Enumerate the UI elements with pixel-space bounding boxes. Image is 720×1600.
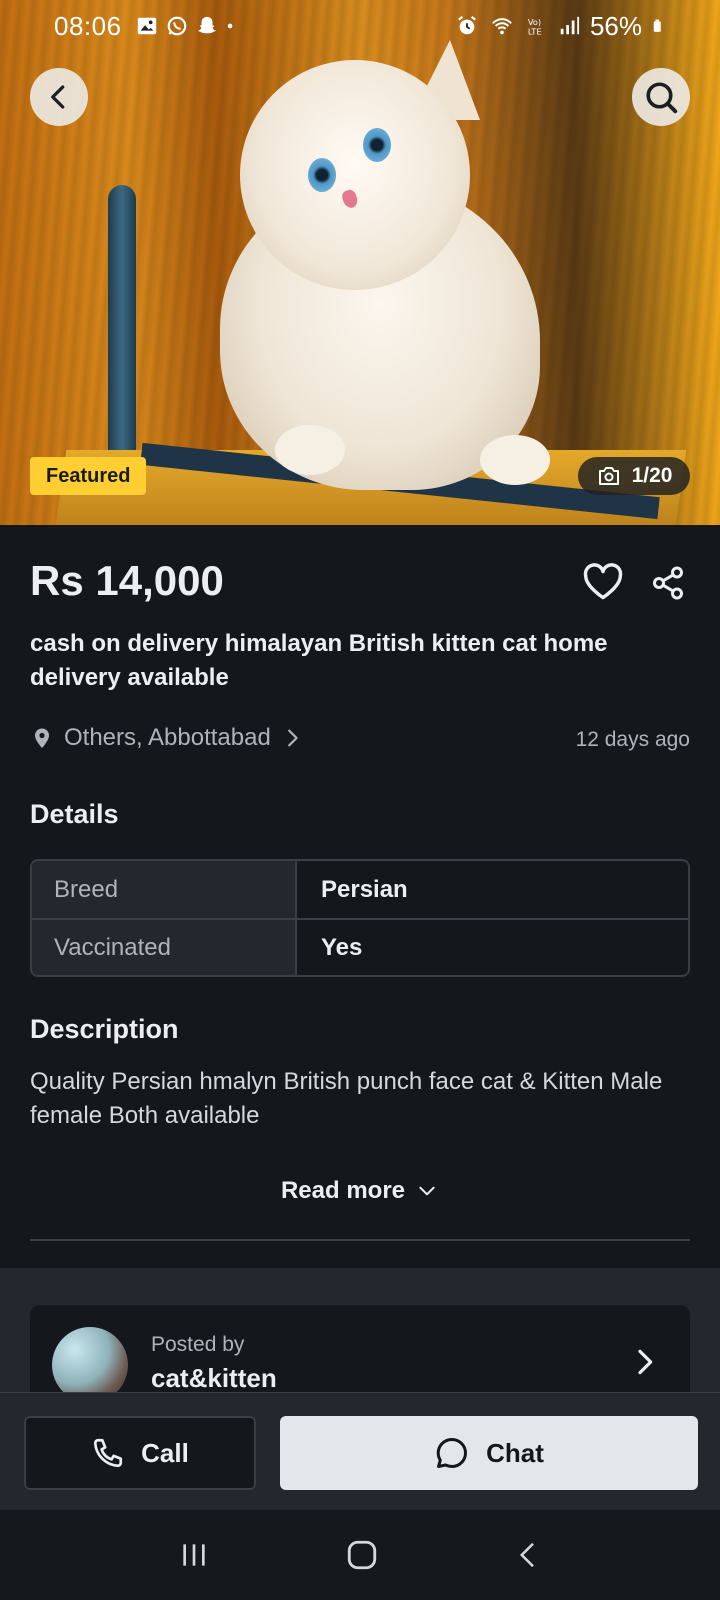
home-icon[interactable]: [345, 1538, 379, 1572]
location-text: Others, Abbottabad: [64, 724, 271, 751]
heart-icon: [583, 563, 623, 600]
status-time: 08:06: [54, 10, 122, 41]
share-icon: [653, 566, 683, 600]
details-table: Breed Persian Vaccinated Yes: [30, 859, 690, 977]
call-label: Call: [141, 1437, 189, 1468]
signal-icon: [560, 16, 580, 35]
featured-badge: Featured: [30, 457, 147, 495]
search-button[interactable]: [632, 68, 690, 126]
chevron-right-icon: [287, 729, 298, 747]
chevron-right-icon: [638, 1349, 653, 1375]
listing-price: Rs 14,000: [30, 557, 224, 604]
location-link[interactable]: Others, Abbottabad: [30, 724, 303, 752]
system-nav-bar: [0, 1510, 720, 1600]
favorite-button[interactable]: [582, 563, 624, 606]
description-heading: Description: [30, 1014, 179, 1044]
snapchat-icon: [197, 16, 216, 34]
detail-key: Breed: [32, 861, 295, 918]
share-button[interactable]: [650, 565, 686, 606]
read-more-button[interactable]: Read more: [0, 1177, 720, 1205]
chat-button[interactable]: Chat: [280, 1416, 698, 1490]
nav-back-icon[interactable]: [513, 1538, 543, 1572]
kitten-figure: [180, 40, 570, 500]
seller-name: cat&kitten: [151, 1363, 277, 1393]
posted-date: 12 days ago: [575, 728, 690, 751]
recent-apps-icon[interactable]: [177, 1539, 211, 1571]
chevron-left-icon: [51, 85, 65, 109]
chat-bubble-icon: [436, 1437, 468, 1468]
listing-title: cash on delivery himalayan British kitte…: [30, 630, 608, 691]
chat-label: Chat: [486, 1437, 544, 1468]
call-button[interactable]: Call: [24, 1416, 256, 1490]
svg-text:LTE: LTE: [528, 26, 542, 36]
camera-icon: [598, 467, 619, 485]
battery-percent: 56%: [589, 10, 642, 41]
chevron-down-icon: [419, 1186, 435, 1196]
details-heading: Details: [30, 799, 119, 829]
read-more-label: Read more: [280, 1177, 406, 1204]
volte-icon: Vo)LTE: [528, 17, 542, 36]
photo-counter[interactable]: 1/20: [578, 457, 690, 495]
phone-icon: [94, 1438, 123, 1468]
gallery-icon: [137, 17, 156, 35]
dot-icon: [227, 23, 232, 29]
location-pin-icon: [35, 728, 49, 748]
battery-icon: [653, 19, 661, 32]
back-button[interactable]: [30, 68, 88, 126]
photo-counter-text: 1/20: [631, 464, 673, 487]
status-bar: 08:06 Vo) LTE 56%: [0, 0, 720, 52]
alarm-icon: [458, 15, 476, 35]
contact-action-bar: Call Chat: [0, 1392, 720, 1510]
detail-key: Vaccinated: [32, 920, 295, 975]
detail-value: Yes: [295, 920, 688, 975]
posted-by-label: Posted by: [151, 1333, 245, 1356]
divider: [30, 1239, 690, 1241]
whatsapp-icon: [167, 16, 186, 36]
detail-value: Persian: [295, 861, 688, 918]
table-row: Breed Persian: [32, 861, 688, 918]
search-icon: [646, 82, 678, 114]
wifi-icon: [492, 18, 512, 35]
table-row: Vaccinated Yes: [32, 918, 688, 975]
description-text: Quality Persian hmalyn British punch fac…: [30, 1068, 663, 1129]
listing-photo[interactable]: [0, 0, 720, 525]
